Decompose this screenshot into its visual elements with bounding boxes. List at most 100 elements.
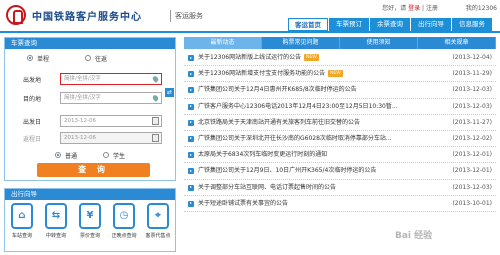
single-trip-label: 单程	[37, 56, 50, 63]
to-placeholder: 简拼/全拼/汉字	[64, 95, 101, 101]
news-title[interactable]: 广铁集团公司关于深圳北开往长沙南的G6028次临时取消停靠部分车站...	[198, 131, 392, 147]
news-date: (2013-11-27)	[452, 118, 492, 126]
site-name[interactable]: 中国铁路客户服务中心	[32, 8, 142, 23]
news-item[interactable]: 关于12306网站新版上线试运行的公告 NEW (2013-12-04)	[184, 50, 496, 67]
single-trip-radio[interactable]	[27, 55, 33, 61]
news-item[interactable]: 广铁集团公司关于12月4日惠州开K685/8次临时停运的公告 (2013-12-0…	[184, 82, 496, 99]
depart-date-value: 2013-12-06	[64, 118, 96, 124]
ticket-query-title: 车票查询	[5, 38, 175, 49]
news-title[interactable]: 太原局关于6834次列车临时变更运行时刻的通知	[198, 147, 327, 163]
guide-item-label: 车站查询	[11, 233, 32, 239]
tab-latest[interactable]: 最新动态	[184, 37, 262, 49]
news-title[interactable]: 广铁集团公司关于12月9日、10日广州开K365/4次临时停运的公告	[198, 163, 376, 179]
news-date: (2013-12-03)	[452, 86, 492, 94]
arrow-bullet-icon	[188, 200, 194, 207]
nav-item-home[interactable]: 客运首页	[288, 18, 328, 31]
header-divider	[170, 10, 171, 22]
news-item[interactable]: 广铁集团公司关于12月9日、10日广州开K365/4次临时停运的公告 (2013-…	[184, 163, 496, 180]
arrow-bullet-icon	[188, 119, 194, 126]
station-icon: ⌂	[11, 203, 33, 229]
register-link[interactable]: 注册	[426, 5, 438, 12]
news-date: (2013-10-01)	[452, 199, 492, 207]
watermark: Bai 经验	[395, 231, 433, 241]
arrow-bullet-icon	[188, 168, 194, 175]
guide-item-transfer[interactable]: ⇆ 中转查询	[41, 203, 71, 239]
tab-rules[interactable]: 相关规章	[418, 37, 496, 49]
railway-logo-icon[interactable]	[6, 5, 26, 25]
to-label: 目的地	[23, 96, 42, 103]
nav-underline	[0, 31, 500, 33]
nav-item-guide[interactable]: 出行向导	[411, 18, 451, 31]
login-link[interactable]: 登录	[408, 5, 420, 12]
depart-date-label: 出发日	[23, 119, 42, 126]
return-date-label: 返程日	[23, 136, 42, 143]
return-date-value: 2013-12-06	[64, 135, 96, 141]
agency-icon: ⌖	[147, 203, 169, 229]
round-trip-label: 往返	[95, 56, 108, 63]
tab-notice[interactable]: 使用须知	[340, 37, 418, 49]
travel-guide-title: 出行向导	[5, 189, 175, 200]
welcome-text: 您好，请	[382, 5, 407, 12]
news-item[interactable]: 广铁集团公司关于深圳北开往长沙南的G6028次临时取消停靠部分车站... (201…	[184, 131, 496, 148]
news-title[interactable]: 广铁集团公司关于12月4日惠州开K685/8次临时停运的公告	[198, 82, 357, 98]
news-title[interactable]: 关于调整部分车站互联网、电话订票起售时间的公告	[198, 180, 336, 196]
guide-item-label: 中转查询	[45, 233, 66, 239]
news-tabs: 最新动态 购票常见问题 使用须知 相关规章	[184, 37, 496, 49]
normal-ticket-radio[interactable]	[55, 152, 61, 158]
new-badge: NEW	[328, 70, 343, 78]
tab-faq[interactable]: 购票常见问题	[262, 37, 340, 49]
news-title[interactable]: 关于12306网站新增支付宝支付服务功能的公告 NEW	[198, 66, 343, 82]
news-title[interactable]: 关于12306网站新版上线试运行的公告 NEW	[198, 50, 319, 66]
nav-item-info[interactable]: 信息服务	[452, 18, 492, 31]
news-date: (2013-11-29)	[452, 70, 492, 78]
guide-item-price[interactable]: ¥ 票价查询	[75, 203, 105, 239]
from-placeholder: 简拼/全拼/汉字	[64, 76, 101, 82]
to-station-input[interactable]: 简拼/全拼/汉字	[60, 92, 162, 104]
news-title[interactable]: 广铁客户服务中心12306电话2013年12月4日23:00至12月5日10:3…	[198, 99, 398, 115]
news-title[interactable]: 关于短途卧铺试票有关事宜的公告	[198, 196, 288, 212]
calendar-icon[interactable]	[152, 117, 159, 125]
price-icon: ¥	[79, 203, 101, 229]
round-trip-radio[interactable]	[85, 55, 91, 61]
guide-item-agency[interactable]: ⌖ 客票代售点	[143, 203, 173, 239]
swap-stations-button[interactable]: ⇄	[165, 88, 174, 97]
link-divider: |	[422, 5, 425, 12]
news-item[interactable]: 关于调整部分车站互联网、电话订票起售时间的公告 (2013-12-03)	[184, 180, 496, 196]
guide-item-station[interactable]: ⌂ 车站查询	[7, 203, 37, 239]
guide-item-label: 票价查询	[79, 233, 100, 239]
query-button[interactable]: 查 询	[37, 163, 150, 177]
return-date-input[interactable]: 2013-12-06	[60, 132, 162, 144]
arrow-bullet-icon	[188, 71, 194, 78]
from-label: 出发地	[23, 77, 42, 84]
normal-ticket-label: 普通	[65, 153, 78, 160]
news-title[interactable]: 北京铁路局关于天津南站开通有关旅客列车前往旧交替的公告	[198, 115, 360, 131]
calendar-icon[interactable]	[152, 134, 159, 142]
arrow-bullet-icon	[188, 135, 194, 142]
student-ticket-radio[interactable]	[103, 152, 109, 158]
header-subtitle: 客运服务	[175, 12, 203, 20]
news-panel: 最新动态 购票常见问题 使用须知 相关规章 关于12306网站新版上线试运行的公…	[184, 37, 496, 252]
nav-item-remaining[interactable]: 余票查询	[370, 18, 410, 31]
from-station-input[interactable]: 简拼/全拼/汉字	[60, 73, 162, 85]
guide-item-label: 客票代售点	[145, 233, 171, 239]
depart-date-input[interactable]: 2013-12-06	[60, 115, 162, 127]
news-item[interactable]: 北京铁路局关于天津南站开通有关旅客列车前往旧交替的公告 (2013-11-27)	[184, 115, 496, 131]
news-date: (2013-12-01)	[452, 167, 492, 175]
guide-item-label: 正晚点查询	[111, 233, 137, 239]
top-links: 您好，请 登录 | 注册	[382, 3, 438, 12]
arrow-bullet-icon	[188, 103, 194, 110]
guide-icon-list: ⌂ 车站查询 ⇆ 中转查询 ¥ 票价查询 ◷ 正晚点查询 ⌖ 客票代售点	[5, 203, 175, 239]
my-account-link[interactable]: 我的12306	[466, 3, 497, 12]
nav-item-booking[interactable]: 车票预订	[329, 18, 369, 31]
news-item[interactable]: 关于短途卧铺试票有关事宜的公告 (2013-10-01)	[184, 196, 496, 212]
news-list: 关于12306网站新版上线试运行的公告 NEW (2013-12-04) 关于123…	[184, 50, 496, 212]
location-pin-icon[interactable]	[151, 75, 160, 83]
news-date: (2013-12-03)	[452, 183, 492, 191]
news-item[interactable]: 太原局关于6834次列车临时变更运行时刻的通知 (2013-12-01)	[184, 147, 496, 164]
guide-item-delay[interactable]: ◷ 正晚点查询	[109, 203, 139, 239]
news-item[interactable]: 广铁客户服务中心12306电话2013年12月4日23:00至12月5日10:3…	[184, 99, 496, 115]
clock-icon: ◷	[113, 203, 135, 229]
main-nav: 客运首页 车票预订 余票查询 出行向导 信息服务	[287, 18, 492, 31]
news-item[interactable]: 关于12306网站新增支付宝支付服务功能的公告 NEW (2013-11-29)	[184, 66, 496, 83]
location-pin-icon[interactable]	[151, 94, 160, 102]
